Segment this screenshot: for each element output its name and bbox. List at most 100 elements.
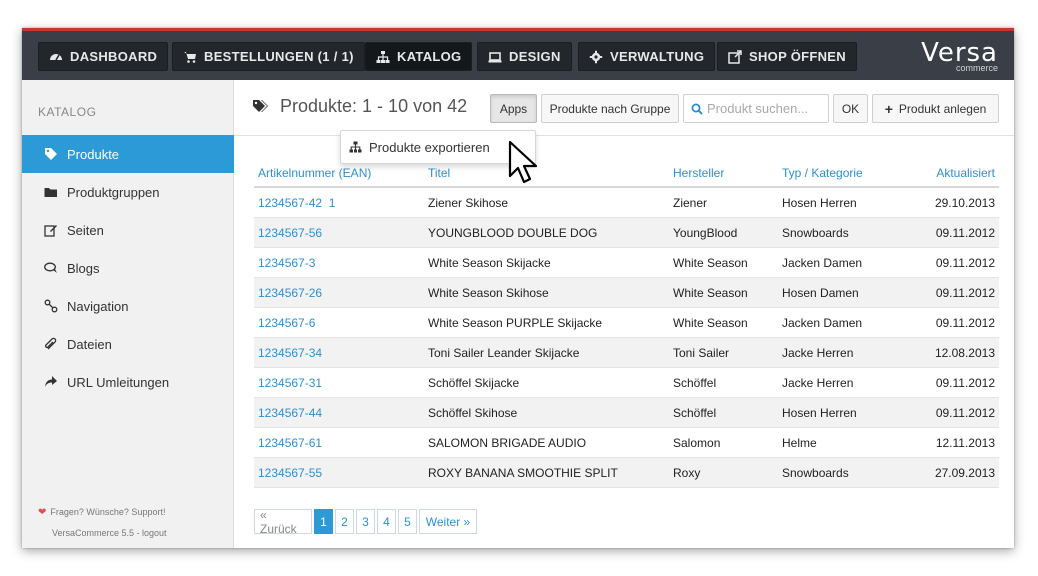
row-hersteller: Schöffel bbox=[673, 376, 717, 390]
nav-bestellungen-label: BESTELLUNGEN (1 / 1) bbox=[204, 49, 354, 64]
row-datum: 09.11.2012 bbox=[935, 376, 995, 390]
row-titel: White Season Skijacke bbox=[428, 256, 551, 270]
pagination-page-1[interactable]: 1 bbox=[314, 509, 333, 534]
row-hersteller: Salomon bbox=[673, 436, 721, 450]
sidebar-item-navigation[interactable]: Navigation bbox=[22, 287, 234, 325]
row-datum: 12.08.2013 bbox=[934, 346, 995, 360]
search-input[interactable] bbox=[707, 101, 825, 116]
row-ean-link[interactable]: 1234567-61 bbox=[258, 436, 322, 450]
external-link-icon bbox=[728, 49, 742, 64]
mouse-cursor-icon bbox=[508, 140, 538, 184]
nav-shop-oeffnen-button[interactable]: SHOP ÖFFNEN bbox=[717, 42, 857, 71]
pagination-prev-button[interactable]: « Zurück bbox=[254, 508, 312, 536]
column-header-hersteller[interactable]: Hersteller bbox=[673, 166, 724, 180]
page-title: Produkte: 1 - 10 von 42 bbox=[252, 96, 467, 117]
row-hersteller: White Season bbox=[673, 256, 748, 270]
table-row[interactable]: 1234567-34 Toni Sailer Leander Skijacke … bbox=[254, 338, 999, 368]
row-titel: White Season PURPLE Skijacke bbox=[428, 316, 603, 330]
table-row[interactable]: 1234567-44 Schöffel Skihose Schöffel Hos… bbox=[254, 398, 999, 428]
row-ean-link[interactable]: 1234567-42 1 bbox=[258, 196, 335, 210]
row-typ: Hosen Damen bbox=[782, 286, 859, 300]
column-header-ean[interactable]: Artikelnummer (EAN) bbox=[258, 166, 371, 180]
table-row[interactable]: 1234567-6 White Season PURPLE Skijacke W… bbox=[254, 308, 999, 338]
table-row[interactable]: 1234567-31 Schöffel Skijacke Schöffel Ja… bbox=[254, 368, 999, 398]
edit-icon bbox=[44, 225, 57, 237]
sidebar-item-dateien[interactable]: Dateien bbox=[22, 325, 234, 363]
table-row[interactable]: 1234567-55 ROXY BANANA SMOOTHIE SPLIT Ro… bbox=[254, 458, 999, 488]
main-content: Produkte: 1 - 10 von 42 Apps Produkte na… bbox=[234, 80, 1014, 548]
pagination-page-3[interactable]: 3 bbox=[356, 509, 375, 534]
row-typ: Snowboards bbox=[782, 226, 849, 240]
menu-item-produkte-exportieren[interactable]: Produkte exportieren bbox=[369, 140, 490, 155]
nav-katalog-button[interactable]: KATALOG bbox=[365, 42, 473, 71]
row-ean-link[interactable]: 1234567-44 bbox=[258, 406, 322, 420]
row-datum: 29.10.2013 bbox=[934, 196, 995, 210]
sidebar-item-produkte[interactable]: Produkte bbox=[22, 135, 234, 173]
row-typ: Jacken Damen bbox=[782, 316, 863, 330]
support-label: Fragen? Wünsche? Support! bbox=[50, 507, 166, 517]
apps-button[interactable]: Apps bbox=[490, 94, 537, 123]
column-header-typ-kategorie[interactable]: Typ / Kategorie bbox=[782, 166, 863, 180]
tags-icon bbox=[45, 148, 57, 160]
nav-verwaltung-label: VERWALTUNG bbox=[610, 49, 705, 64]
pagination-page-5[interactable]: 5 bbox=[398, 509, 417, 534]
pagination-next-button[interactable]: Weiter » bbox=[419, 509, 477, 534]
row-ean-link[interactable]: 1234567-55 bbox=[258, 466, 322, 480]
produkte-nach-gruppe-button[interactable]: Produkte nach Gruppe bbox=[541, 94, 679, 123]
row-typ: Jacken Damen bbox=[782, 256, 863, 270]
sidebar-item-seiten[interactable]: Seiten bbox=[22, 211, 234, 249]
nav-design-button[interactable]: DESIGN bbox=[477, 42, 572, 71]
support-link[interactable]: ❤ Fragen? Wünsche? Support! bbox=[38, 502, 167, 523]
row-datum: 09.11.2012 bbox=[935, 256, 995, 270]
sidebar-item-produktgruppen[interactable]: Produktgruppen bbox=[22, 173, 234, 211]
nav-katalog-label: KATALOG bbox=[397, 49, 462, 64]
row-typ: Hosen Herren bbox=[782, 406, 857, 420]
pagination-page-2[interactable]: 2 bbox=[335, 509, 354, 534]
laptop-icon bbox=[488, 51, 502, 62]
share-icon bbox=[45, 376, 57, 387]
table-row[interactable]: 1234567-26 White Season Skihose White Se… bbox=[254, 278, 999, 308]
row-ean-link[interactable]: 1234567-56 bbox=[258, 226, 322, 240]
table-row[interactable]: 1234567-3 White Season Skijacke White Se… bbox=[254, 248, 999, 278]
row-ean-link[interactable]: 1234567-31 bbox=[258, 376, 322, 390]
produkt-anlegen-button[interactable]: + Produkt anlegen bbox=[872, 94, 999, 123]
row-ean-link[interactable]: 1234567-6 bbox=[258, 316, 315, 330]
row-ean-link[interactable]: 1234567-26 bbox=[258, 286, 322, 300]
row-titel: YOUNGBLOOD DOUBLE DOG bbox=[428, 226, 598, 240]
folder-icon bbox=[44, 188, 57, 197]
heart-icon: ❤ bbox=[38, 507, 47, 518]
sitemap-icon bbox=[376, 50, 390, 63]
table-row[interactable]: 1234567-61 SALOMON BRIGADE AUDIO Salomon… bbox=[254, 428, 999, 458]
plus-icon: + bbox=[884, 100, 893, 117]
sitemap-icon bbox=[349, 141, 362, 153]
column-header-aktualisiert[interactable]: Aktualisiert bbox=[936, 166, 995, 180]
table-row[interactable]: 1234567-42 1 Ziener Skihose Ziener Hosen… bbox=[254, 188, 999, 218]
sidebar-footer: ❤ Fragen? Wünsche? Support! VersaCommerce… bbox=[38, 502, 167, 543]
row-typ: Jacke Herren bbox=[782, 346, 854, 360]
row-typ: Hosen Herren bbox=[782, 196, 857, 210]
app-window: DASHBOARD BESTELLUNGEN (1 / 1) KATALOG D… bbox=[22, 28, 1014, 548]
nav-verwaltung-button[interactable]: VERWALTUNG bbox=[578, 42, 716, 71]
version-logout-link[interactable]: VersaCommerce 5.5 - logout bbox=[38, 523, 167, 543]
gear-icon bbox=[589, 50, 603, 63]
sidebar-item-label: Dateien bbox=[67, 336, 112, 352]
search-ok-button[interactable]: OK bbox=[833, 94, 868, 123]
sidebar-heading: KATALOG bbox=[38, 105, 97, 119]
row-ean-link[interactable]: 1234567-3 bbox=[258, 256, 315, 270]
sidebar-item-url-umleitungen[interactable]: URL Umleitungen bbox=[22, 363, 234, 401]
table-row[interactable]: 1234567-56 YOUNGBLOOD DOUBLE DOG YoungBl… bbox=[254, 218, 999, 248]
tags-icon bbox=[253, 99, 268, 112]
nav-bestellungen-button[interactable]: BESTELLUNGEN (1 / 1) bbox=[172, 42, 365, 71]
sidebar-item-blogs[interactable]: Blogs bbox=[22, 249, 234, 287]
row-titel: Schöffel Skihose bbox=[428, 406, 518, 420]
shopping-cart-icon bbox=[184, 51, 196, 63]
row-typ: Helme bbox=[782, 436, 817, 450]
nav-design-label: DESIGN bbox=[509, 49, 561, 64]
sidebar-item-label: Blogs bbox=[67, 260, 100, 276]
comments-icon bbox=[44, 262, 57, 273]
column-header-titel[interactable]: Titel bbox=[428, 166, 450, 180]
pagination-page-4[interactable]: 4 bbox=[377, 509, 396, 534]
row-ean-link[interactable]: 1234567-34 bbox=[258, 346, 322, 360]
nav-dashboard-button[interactable]: DASHBOARD bbox=[38, 42, 169, 71]
dashboard-icon bbox=[50, 53, 62, 60]
